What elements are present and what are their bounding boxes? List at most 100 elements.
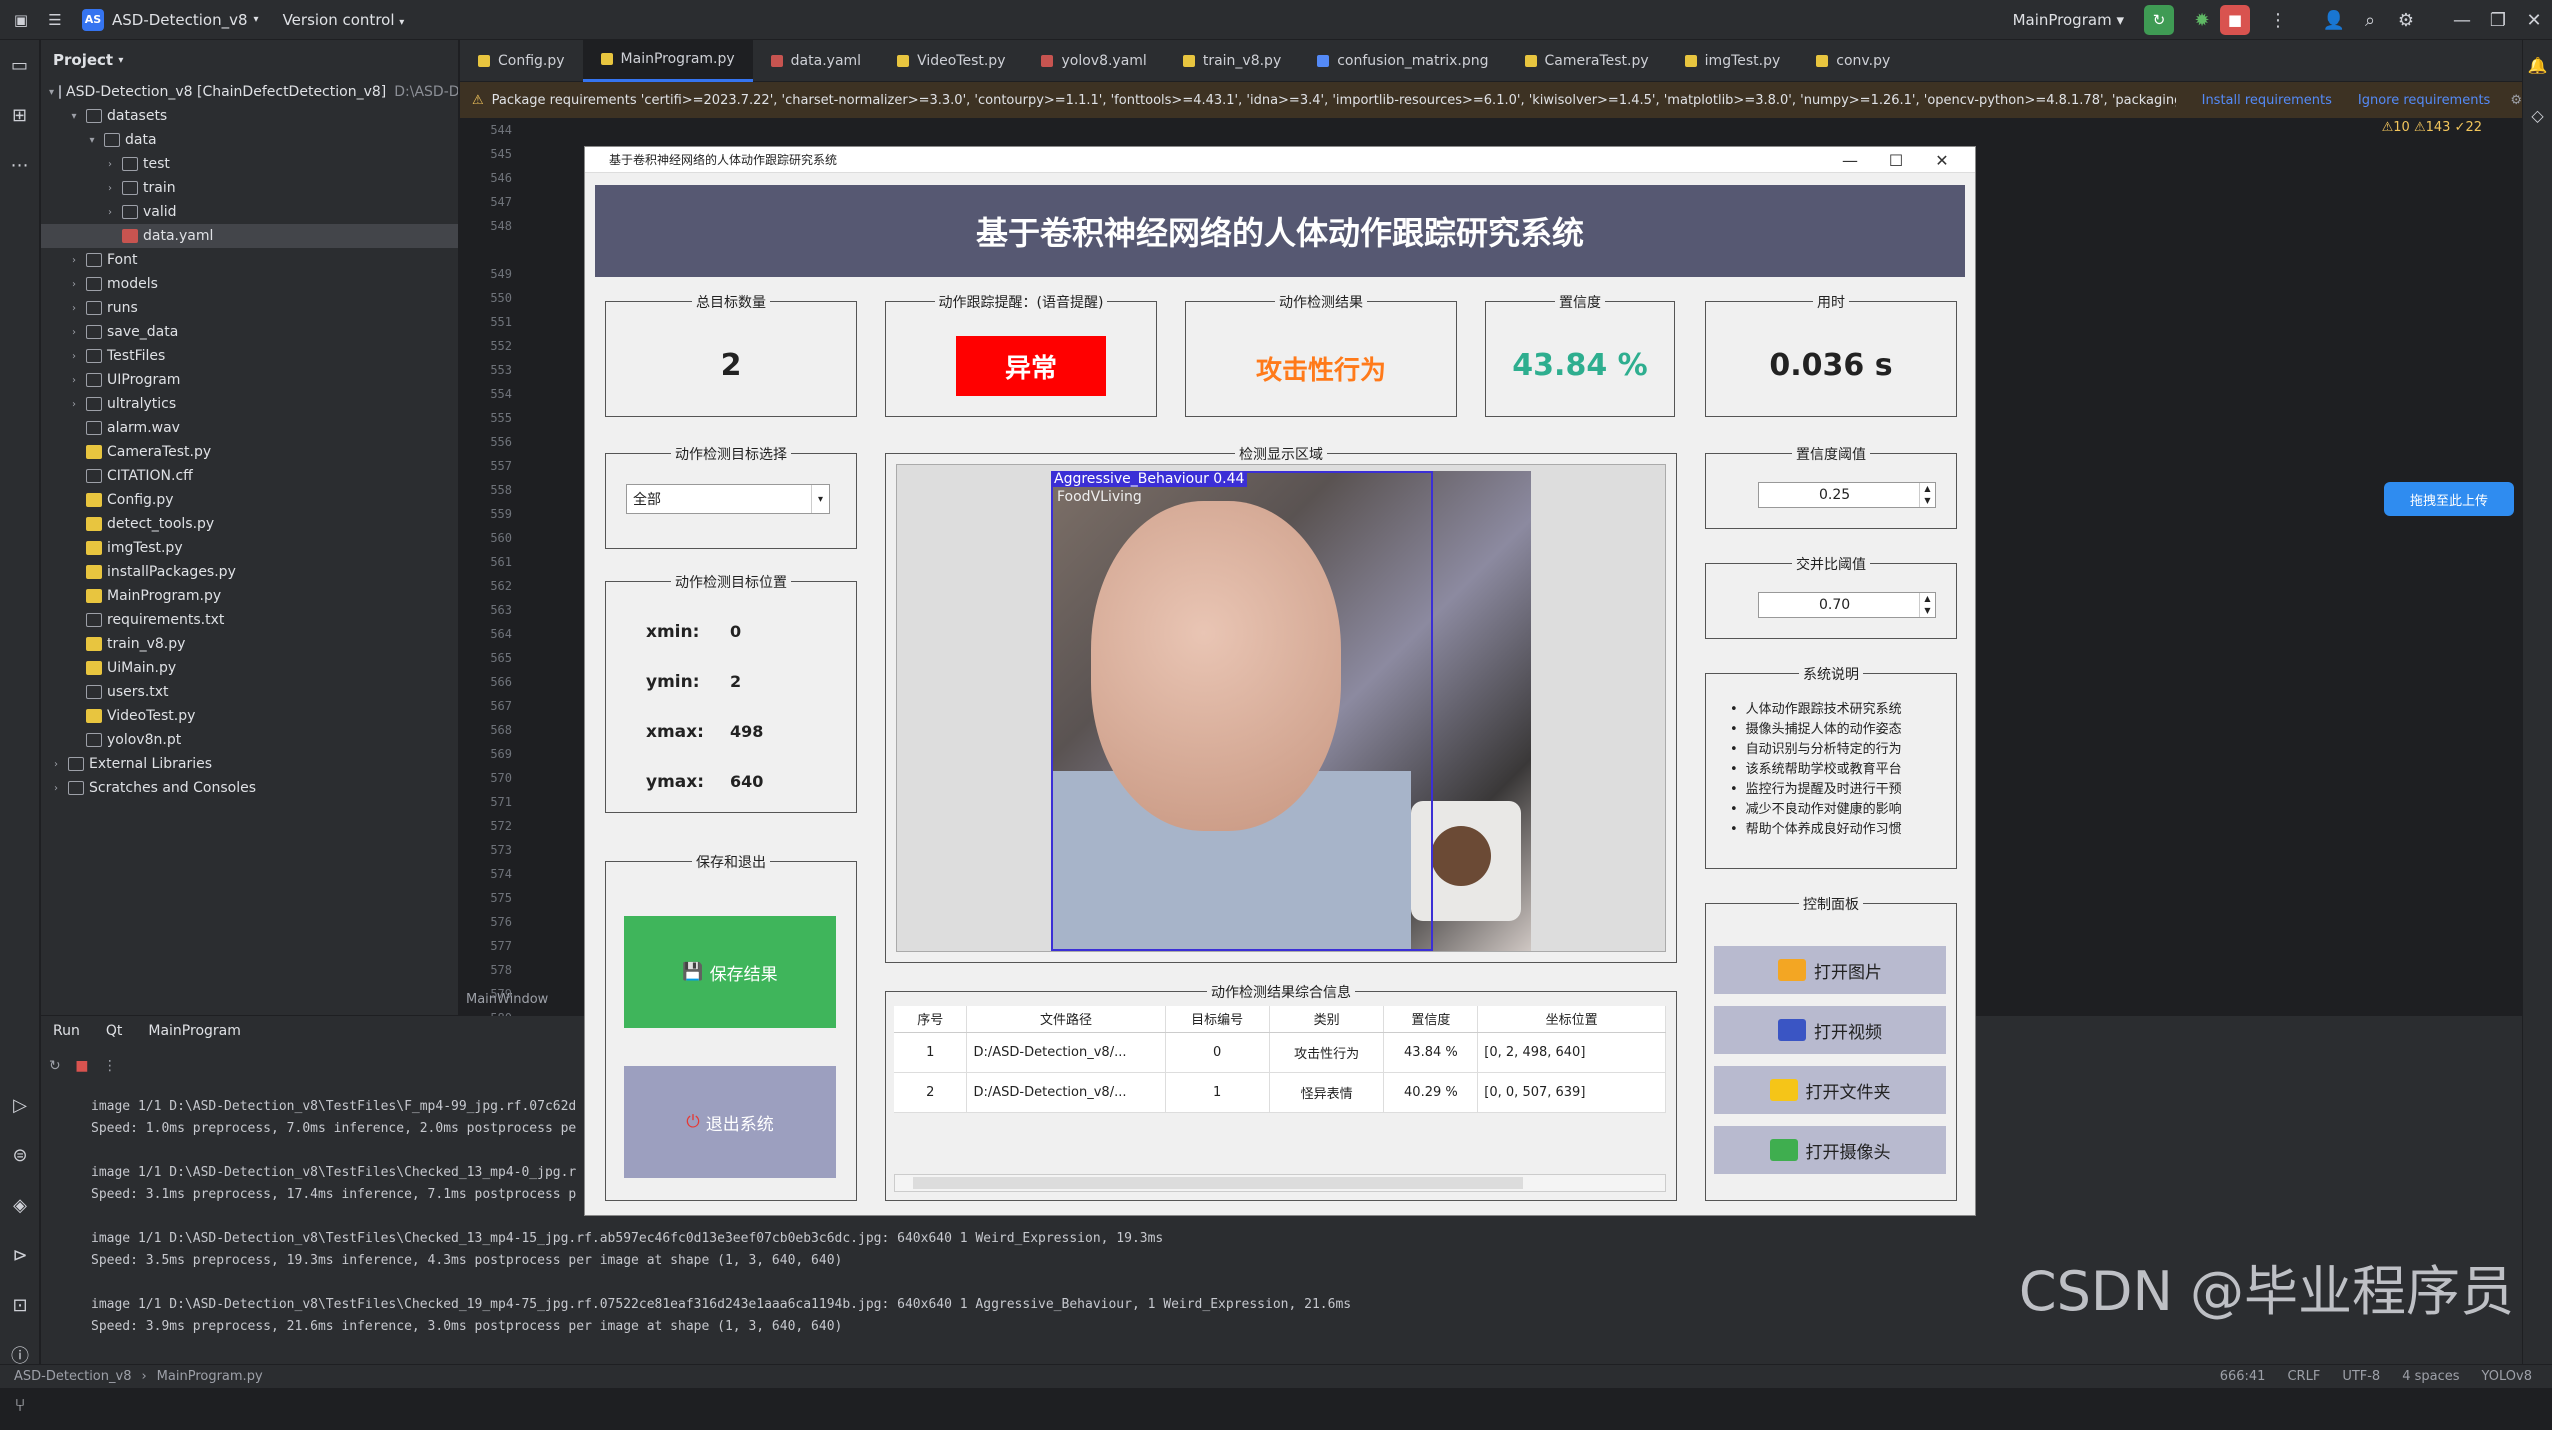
rerun-icon[interactable]: ↻ <box>49 1058 61 1074</box>
tree-item[interactable]: › External Libraries <box>41 752 458 776</box>
table-header-cell[interactable]: 目标编号 <box>1165 1006 1270 1033</box>
status-item[interactable]: 666:41 <box>2220 1369 2266 1384</box>
editor-tab[interactable]: MainProgram.py <box>582 39 753 82</box>
tree-item[interactable]: › runs <box>41 296 458 320</box>
tree-item[interactable]: VideoTest.py <box>41 704 458 728</box>
chevron-icon[interactable]: ▾ <box>49 87 54 98</box>
tree-item[interactable]: CameraTest.py <box>41 440 458 464</box>
editor-tab[interactable]: conv.py <box>1798 40 1908 82</box>
tree-item[interactable]: detect_tools.py <box>41 512 458 536</box>
settings-gear-icon[interactable]: ⚙ <box>2388 10 2424 31</box>
user-icon[interactable]: 👤 <box>2316 10 2352 31</box>
ignore-requirements-link[interactable]: Ignore requirements <box>2358 93 2490 108</box>
tree-item[interactable]: users.txt <box>41 680 458 704</box>
table-header-cell[interactable]: 文件路径 <box>966 1006 1166 1033</box>
table-header-cell[interactable]: 序号 <box>894 1006 968 1033</box>
tree-item[interactable]: UiMain.py <box>41 656 458 680</box>
tree-item[interactable]: › TestFiles <box>41 344 458 368</box>
rerun-button[interactable]: ↻ <box>2144 5 2174 35</box>
project-panel-header[interactable]: Project ▾ <box>41 40 458 80</box>
editor-tab[interactable]: train_v8.py <box>1165 40 1299 82</box>
chevron-icon[interactable]: › <box>67 255 81 266</box>
project-switcher[interactable]: AS ASD-Detection_v8 ▾ <box>82 8 259 31</box>
tree-item[interactable]: › models <box>41 272 458 296</box>
status-file[interactable]: MainProgram.py <box>157 1369 263 1384</box>
python-packages-icon[interactable]: ⊜ <box>0 1130 40 1180</box>
inspection-counts[interactable]: ⚠10 ⚠143 ✓22 <box>2382 120 2482 135</box>
chevron-icon[interactable]: › <box>67 303 81 314</box>
confidence-threshold-spinbox[interactable]: 0.25 ▲ ▼ <box>1758 482 1936 508</box>
table-header-cell[interactable]: 坐标位置 <box>1477 1006 1666 1033</box>
project-tool-icon[interactable]: ▭ <box>0 40 39 90</box>
tree-item[interactable]: requirements.txt <box>41 608 458 632</box>
tree-item[interactable]: ▾ datasets <box>41 104 458 128</box>
ai-assistant-icon[interactable]: ◇ <box>2523 90 2552 140</box>
table-horizontal-scrollbar[interactable] <box>894 1174 1666 1192</box>
run-tab[interactable]: MainProgram <box>148 1023 241 1039</box>
chevron-icon[interactable]: ▾ <box>85 135 99 146</box>
table-header-cell[interactable]: 置信度 <box>1383 1006 1479 1033</box>
tree-item[interactable]: › Scratches and Consoles <box>41 776 458 800</box>
chevron-icon[interactable]: › <box>67 399 81 410</box>
exit-system-button[interactable]: ⏻ 退出系统 <box>624 1066 836 1178</box>
app-maximize-icon[interactable]: ☐ <box>1873 151 1919 170</box>
open-image-button[interactable]: 打开图片 <box>1714 946 1946 994</box>
status-item[interactable]: 4 spaces <box>2402 1369 2459 1384</box>
status-item[interactable]: CRLF <box>2287 1369 2320 1384</box>
tree-item[interactable]: Config.py <box>41 488 458 512</box>
tree-item[interactable]: ▾ ASD-Detection_v8 [ChainDefectDetection_… <box>41 80 458 104</box>
spin-arrows-icon[interactable]: ▲ ▼ <box>1919 483 1935 507</box>
code-breadcrumb[interactable]: MainWindow <box>466 992 548 1007</box>
tree-item[interactable]: › UIProgram <box>41 368 458 392</box>
table-header-cell[interactable]: 类别 <box>1269 1006 1385 1033</box>
table-row[interactable]: 1 D:/ASD-Detection_v8/... 0 攻击性行为 43.84 % [0,… <box>894 1032 1666 1073</box>
install-requirements-link[interactable]: Install requirements <box>2202 93 2332 108</box>
tree-item[interactable]: CITATION.cff <box>41 464 458 488</box>
chevron-icon[interactable]: › <box>103 159 117 170</box>
tree-item[interactable]: yolov8n.pt <box>41 728 458 752</box>
status-item[interactable]: UTF-8 <box>2342 1369 2380 1384</box>
tree-item[interactable]: › save_data <box>41 320 458 344</box>
layers-icon[interactable]: ◈ <box>0 1180 40 1230</box>
restore-icon[interactable]: ❐ <box>2480 10 2516 31</box>
tree-item[interactable]: alarm.wav <box>41 416 458 440</box>
stop-button[interactable]: ■ <box>2220 5 2250 35</box>
main-menu-icon[interactable]: ☰ <box>42 7 68 33</box>
tree-item[interactable]: › valid <box>41 200 458 224</box>
tree-item[interactable]: › test <box>41 152 458 176</box>
editor-tab[interactable]: Config.py <box>460 40 583 82</box>
run-config-select[interactable]: MainProgram ▾ <box>2013 11 2124 29</box>
tree-item[interactable]: MainProgram.py <box>41 584 458 608</box>
search-icon[interactable]: ⌕ <box>2352 10 2388 31</box>
tree-item[interactable]: train_v8.py <box>41 632 458 656</box>
chevron-icon[interactable]: › <box>67 351 81 362</box>
editor-tab[interactable]: VideoTest.py <box>879 40 1023 82</box>
tree-item[interactable]: imgTest.py <box>41 536 458 560</box>
tree-item[interactable]: › ultralytics <box>41 392 458 416</box>
editor-tab[interactable]: confusion_matrix.png <box>1299 40 1506 82</box>
open-camera-button[interactable]: 打开摄像头 <box>1714 1126 1946 1174</box>
chevron-icon[interactable]: › <box>49 783 63 794</box>
run-tab[interactable]: Run <box>53 1023 80 1039</box>
tree-item[interactable]: ▾ data <box>41 128 458 152</box>
version-control-menu[interactable]: Version control ▾ <box>283 11 405 29</box>
run-tool-icon[interactable]: ▷ <box>0 1080 40 1130</box>
terminal-icon[interactable]: ⊡ <box>0 1280 40 1330</box>
status-item[interactable]: YOLOv8 <box>2482 1369 2532 1384</box>
tree-item[interactable]: › Font <box>41 248 458 272</box>
save-results-button[interactable]: 💾 保存结果 <box>624 916 836 1028</box>
editor-tab[interactable]: CameraTest.py <box>1507 40 1667 82</box>
chevron-icon[interactable]: ▾ <box>67 111 81 122</box>
run-tab[interactable]: Qt <box>106 1023 123 1039</box>
drag-upload-button[interactable]: 拖拽至此上传 <box>2384 482 2514 516</box>
spin-arrows-icon[interactable]: ▲ ▼ <box>1919 593 1935 617</box>
more-icon[interactable]: ⋮ <box>2260 10 2296 31</box>
chevron-icon[interactable]: › <box>49 759 63 770</box>
more-icon[interactable]: ⋮ <box>103 1058 117 1074</box>
tree-item[interactable]: installPackages.py <box>41 560 458 584</box>
table-row[interactable]: 2 D:/ASD-Detection_v8/... 1 怪异表情 40.29 % [0, … <box>894 1072 1666 1113</box>
app-minimize-icon[interactable]: — <box>1827 151 1873 170</box>
close-icon[interactable]: ✕ <box>2516 10 2552 31</box>
minimize-icon[interactable]: — <box>2444 10 2480 31</box>
chevron-icon[interactable]: › <box>67 327 81 338</box>
